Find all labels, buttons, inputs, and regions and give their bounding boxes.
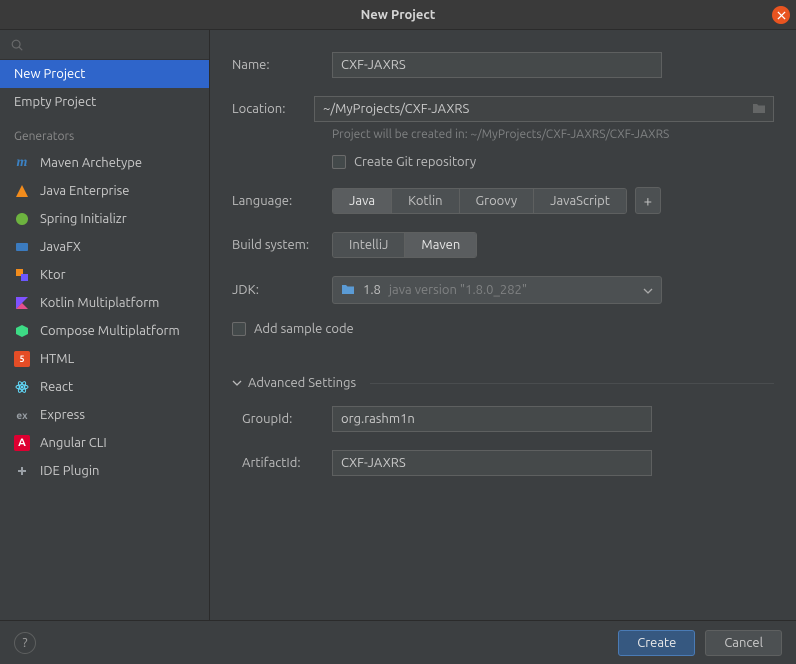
sidebar-item-label: Maven Archetype bbox=[40, 156, 142, 170]
row-build: Build system: IntelliJ Maven bbox=[232, 232, 774, 258]
sidebar-item-angular-cli[interactable]: A Angular CLI bbox=[0, 429, 209, 457]
artifactid-label: ArtifactId: bbox=[232, 456, 332, 470]
sidebar-item-ide-plugin[interactable]: IDE Plugin bbox=[0, 457, 209, 485]
sidebar-item-label: Ktor bbox=[40, 268, 66, 282]
plugin-icon bbox=[14, 463, 30, 479]
sample-label: Add sample code bbox=[254, 322, 354, 336]
ktor-icon bbox=[14, 267, 30, 283]
jdk-label: JDK: bbox=[232, 283, 332, 297]
row-language: Language: Java Kotlin Groovy JavaScript … bbox=[232, 187, 774, 214]
build-label: Build system: bbox=[232, 238, 332, 252]
git-checkbox[interactable] bbox=[332, 155, 346, 169]
help-button[interactable]: ? bbox=[14, 632, 36, 654]
location-hint: Project will be created in: ~/MyProjects… bbox=[232, 128, 774, 141]
workspace: New Project Empty Project Generators m M… bbox=[0, 30, 796, 620]
build-segmented: IntelliJ Maven bbox=[332, 232, 477, 258]
chevron-down-icon bbox=[643, 283, 653, 297]
groupid-label: GroupId: bbox=[232, 412, 332, 426]
compose-icon bbox=[14, 323, 30, 339]
titlebar: New Project bbox=[0, 0, 796, 30]
jdk-dropdown[interactable]: 1.8 java version "1.8.0_282" bbox=[332, 276, 662, 304]
close-button[interactable] bbox=[772, 6, 790, 24]
language-java[interactable]: Java bbox=[333, 189, 392, 213]
angular-icon: A bbox=[14, 435, 30, 451]
footer: ? Create Cancel bbox=[0, 620, 796, 664]
language-javascript[interactable]: JavaScript bbox=[534, 189, 626, 213]
location-label: Location: bbox=[232, 102, 314, 116]
add-language-button[interactable]: + bbox=[635, 187, 661, 214]
name-label: Name: bbox=[232, 58, 332, 72]
sidebar-item-kotlin-multiplatform[interactable]: Kotlin Multiplatform bbox=[0, 289, 209, 317]
divider bbox=[370, 383, 774, 384]
sidebar-item-label: React bbox=[40, 380, 73, 394]
kotlin-icon bbox=[14, 295, 30, 311]
sidebar-item-label: Java Enterprise bbox=[40, 184, 129, 198]
sidebar-item-java-enterprise[interactable]: Java Enterprise bbox=[0, 177, 209, 205]
folder-icon bbox=[341, 283, 355, 298]
location-input[interactable] bbox=[314, 96, 774, 122]
sidebar-item-new-project[interactable]: New Project bbox=[0, 60, 209, 88]
row-git: Create Git repository bbox=[232, 155, 774, 169]
sidebar-item-ktor[interactable]: Ktor bbox=[0, 261, 209, 289]
sidebar-item-label: IDE Plugin bbox=[40, 464, 99, 478]
main-panel: Name: Location: Project will be created … bbox=[210, 30, 796, 620]
sidebar-item-label: JavaFX bbox=[40, 240, 81, 254]
jdk-value: 1.8 bbox=[363, 283, 381, 297]
create-button[interactable]: Create bbox=[618, 630, 695, 656]
sidebar-item-label: Kotlin Multiplatform bbox=[40, 296, 159, 310]
advanced-settings-toggle[interactable]: Advanced Settings bbox=[232, 376, 774, 390]
sidebar-item-label: Empty Project bbox=[14, 95, 96, 109]
java-ee-icon bbox=[14, 183, 30, 199]
row-groupid: GroupId: bbox=[232, 406, 774, 432]
sidebar-item-label: Spring Initializr bbox=[40, 212, 127, 226]
sidebar-item-label: New Project bbox=[14, 67, 85, 81]
window-title: New Project bbox=[361, 8, 436, 22]
row-jdk: JDK: 1.8 java version "1.8.0_282" bbox=[232, 276, 774, 304]
sidebar: New Project Empty Project Generators m M… bbox=[0, 30, 210, 620]
react-icon bbox=[14, 379, 30, 395]
sample-checkbox[interactable] bbox=[232, 322, 246, 336]
search-icon bbox=[10, 38, 24, 52]
sidebar-item-html[interactable]: 5 HTML bbox=[0, 345, 209, 373]
git-label: Create Git repository bbox=[354, 155, 476, 169]
row-name: Name: bbox=[232, 52, 774, 78]
folder-icon[interactable] bbox=[752, 102, 766, 117]
build-intellij[interactable]: IntelliJ bbox=[333, 233, 405, 257]
sidebar-item-react[interactable]: React bbox=[0, 373, 209, 401]
language-kotlin[interactable]: Kotlin bbox=[392, 189, 459, 213]
javafx-icon bbox=[14, 239, 30, 255]
sidebar-item-javafx[interactable]: JavaFX bbox=[0, 233, 209, 261]
name-input[interactable] bbox=[332, 52, 662, 78]
sidebar-item-label: Angular CLI bbox=[40, 436, 107, 450]
spring-icon bbox=[14, 211, 30, 227]
sidebar-item-maven-archetype[interactable]: m Maven Archetype bbox=[0, 149, 209, 177]
sidebar-item-compose-multiplatform[interactable]: Compose Multiplatform bbox=[0, 317, 209, 345]
language-label: Language: bbox=[232, 194, 332, 208]
language-groovy[interactable]: Groovy bbox=[460, 189, 535, 213]
html-icon: 5 bbox=[14, 351, 30, 367]
chevron-down-icon bbox=[232, 376, 242, 390]
sidebar-item-label: Express bbox=[40, 408, 85, 422]
sidebar-generators-header: Generators bbox=[0, 116, 209, 149]
groupid-input[interactable] bbox=[332, 406, 652, 432]
search-input[interactable] bbox=[0, 30, 209, 60]
sidebar-item-spring-initializr[interactable]: Spring Initializr bbox=[0, 205, 209, 233]
build-maven[interactable]: Maven bbox=[405, 233, 476, 257]
maven-icon: m bbox=[14, 155, 30, 171]
cancel-button[interactable]: Cancel bbox=[705, 630, 782, 656]
close-icon bbox=[777, 11, 786, 20]
sidebar-item-empty-project[interactable]: Empty Project bbox=[0, 88, 209, 116]
row-artifactid: ArtifactId: bbox=[232, 450, 774, 476]
advanced-label: Advanced Settings bbox=[248, 376, 356, 390]
row-location: Location: bbox=[232, 96, 774, 122]
express-icon: ex bbox=[14, 407, 30, 423]
language-segmented: Java Kotlin Groovy JavaScript bbox=[332, 188, 627, 214]
sidebar-item-label: HTML bbox=[40, 352, 74, 366]
jdk-detail: java version "1.8.0_282" bbox=[389, 283, 527, 297]
sidebar-item-express[interactable]: ex Express bbox=[0, 401, 209, 429]
sidebar-item-label: Compose Multiplatform bbox=[40, 324, 180, 338]
artifactid-input[interactable] bbox=[332, 450, 652, 476]
row-sample: Add sample code bbox=[232, 322, 774, 336]
